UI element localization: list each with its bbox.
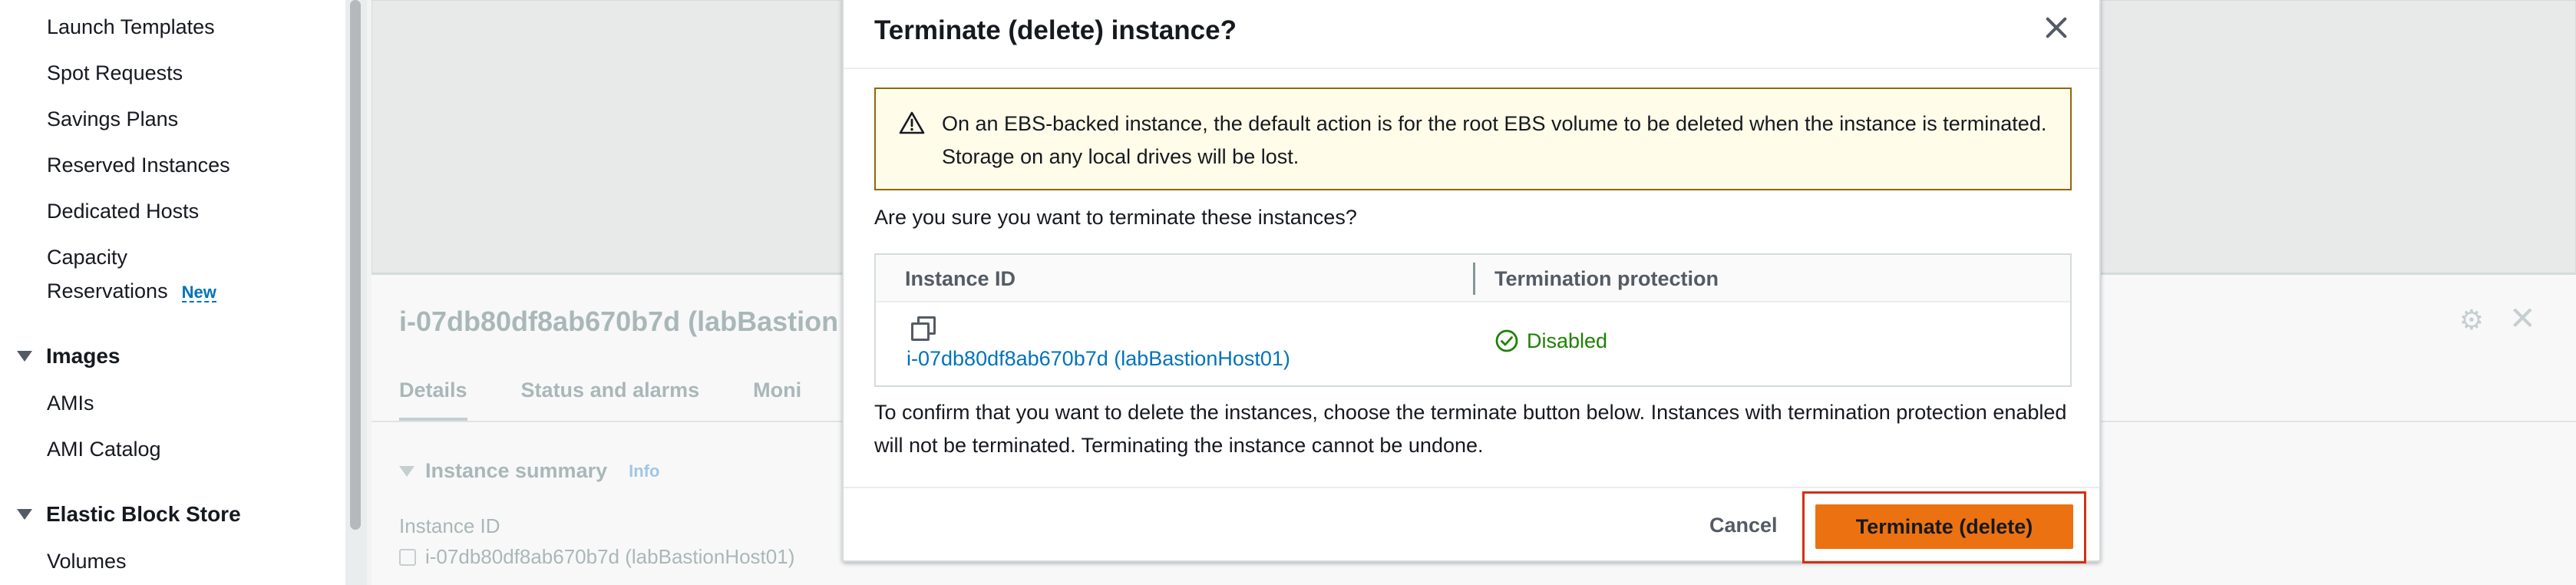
field-label: Instance ID xyxy=(399,514,500,537)
copy-icon[interactable] xyxy=(911,316,936,341)
cancel-button[interactable]: Cancel xyxy=(1688,505,1799,545)
table-header: Instance ID Termination protection xyxy=(876,255,2070,302)
sidebar-item-capacity-line1[interactable]: Capacity xyxy=(47,247,127,268)
section-label: Elastic Block Store xyxy=(46,502,241,526)
sidebar-item-reserved-instances[interactable]: Reserved Instances xyxy=(47,155,230,176)
sidebar-section-ebs[interactable]: Elastic Block Store xyxy=(17,502,241,527)
status-text: Disabled xyxy=(1527,329,1608,352)
tab-status-alarms[interactable]: Status and alarms xyxy=(521,378,700,421)
sidebar-scrollbar[interactable] xyxy=(350,0,361,530)
field-value: i-07db80df8ab670b7d (labBastionHost01) xyxy=(399,545,794,569)
warning-text: On an EBS-backed instance, the default a… xyxy=(942,112,2047,168)
sidebar-item-label: Reservations xyxy=(47,279,168,302)
field-value-text: i-07db80df8ab670b7d (labBastionHost01) xyxy=(425,545,795,568)
new-badge[interactable]: New xyxy=(181,284,216,302)
summary-label: Instance summary xyxy=(425,459,608,482)
sidebar-item-savings-plans[interactable]: Savings Plans xyxy=(47,109,178,130)
confirmation-question: Are you sure you want to terminate these… xyxy=(874,206,1357,229)
column-header-termination-protection: Termination protection xyxy=(1494,267,1719,290)
check-circle-icon xyxy=(1495,329,1518,352)
protection-status: Disabled xyxy=(1494,329,1607,353)
instances-table: Instance ID Termination protection i-07d… xyxy=(874,253,2072,387)
highlight-frame: Terminate (delete) xyxy=(1802,491,2086,564)
warning-alert: On an EBS-backed instance, the default a… xyxy=(874,88,2072,190)
info-link[interactable]: Info xyxy=(629,461,659,481)
sidebar-item-amis[interactable]: AMIs xyxy=(47,393,94,414)
close-icon[interactable]: ✕ xyxy=(2509,299,2536,337)
caret-down-icon xyxy=(17,351,32,362)
dialog-header: Terminate (delete) instance? xyxy=(844,0,2099,69)
detail-tabs: Details Status and alarms Moni xyxy=(399,378,801,421)
section-label: Images xyxy=(46,344,121,368)
sidebar-item-dedicated-hosts[interactable]: Dedicated Hosts xyxy=(47,201,199,222)
warning-icon xyxy=(899,111,925,134)
caret-down-icon xyxy=(399,465,414,477)
sidebar-item-launch-templates[interactable]: Launch Templates xyxy=(47,17,215,38)
sidebar-section-images[interactable]: Images xyxy=(17,344,121,369)
dialog-footer: Cancel Terminate (delete) xyxy=(844,487,2099,564)
tab-details[interactable]: Details xyxy=(399,378,467,421)
column-header-instance-id: Instance ID xyxy=(905,267,1016,290)
close-icon[interactable] xyxy=(2041,12,2072,43)
copy-icon[interactable] xyxy=(399,548,416,566)
tab-monitoring[interactable]: Moni xyxy=(753,378,801,421)
sidebar-nav: Launch Templates Spot Requests Savings P… xyxy=(0,0,345,585)
sidebar-item-spot-requests[interactable]: Spot Requests xyxy=(47,63,183,84)
sidebar-item-ami-catalog[interactable]: AMI Catalog xyxy=(47,439,161,460)
terminate-button[interactable]: Terminate (delete) xyxy=(1815,504,2073,549)
instance-summary-header[interactable]: Instance summary Info xyxy=(399,459,659,483)
caret-down-icon xyxy=(17,509,32,520)
instance-id-link[interactable]: i-07db80df8ab670b7d (labBastionHost01) xyxy=(907,347,1290,371)
confirmation-text: To confirm that you want to delete the i… xyxy=(874,401,2067,457)
terminate-instance-dialog: Terminate (delete) instance? On an EBS-b… xyxy=(842,0,2101,564)
dialog-title: Terminate (delete) instance? xyxy=(874,15,1237,45)
sidebar-item-capacity-reservations[interactable]: Reservations New xyxy=(47,281,216,302)
detail-title: i-07db80df8ab670b7d (labBastion xyxy=(399,306,839,337)
gear-icon[interactable]: ⚙ xyxy=(2459,304,2484,336)
column-separator[interactable] xyxy=(1473,263,1475,295)
sidebar-item-volumes[interactable]: Volumes xyxy=(47,551,127,572)
